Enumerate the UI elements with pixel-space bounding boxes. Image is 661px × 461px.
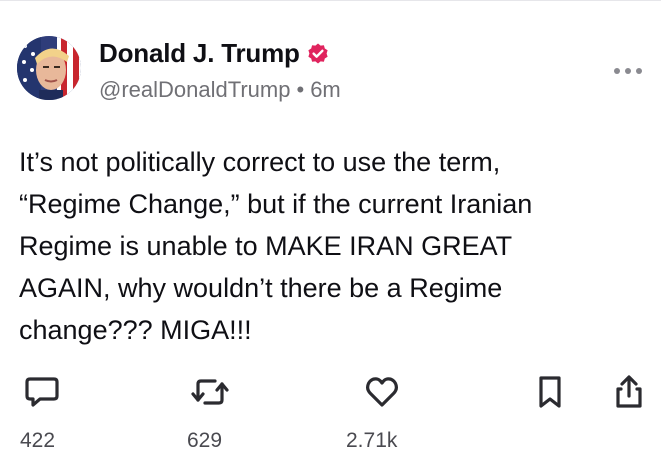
- heart-icon: [366, 377, 398, 407]
- repost-icon: [191, 379, 229, 405]
- comment-icon: [25, 377, 59, 407]
- post-actions: 422 629 2.71k: [0, 374, 661, 452]
- reply-button[interactable]: [24, 374, 60, 410]
- bookmark-button[interactable]: [535, 374, 565, 410]
- author-display-name[interactable]: Donald J. Trump: [99, 38, 300, 69]
- meta-separator: •: [296, 77, 305, 102]
- repost-button[interactable]: [190, 374, 230, 410]
- avatar[interactable]: [17, 36, 81, 100]
- ellipsis-icon: [614, 68, 642, 74]
- verified-badge-icon: [306, 42, 330, 66]
- author-handle[interactable]: @realDonaldTrump: [99, 77, 290, 102]
- share-icon: [616, 375, 642, 408]
- bookmark-icon: [539, 376, 561, 408]
- repost-count: 629: [187, 429, 223, 452]
- top-divider: [0, 0, 661, 1]
- post-timestamp[interactable]: 6m: [310, 77, 341, 102]
- like-count: 2.71k: [346, 429, 398, 452]
- avatar-image: [17, 36, 81, 100]
- reply-count: 422: [20, 429, 56, 452]
- like-button[interactable]: [364, 374, 400, 410]
- post-body: It’s not politically correct to use the …: [19, 147, 533, 345]
- author-meta: @realDonaldTrump • 6m: [99, 77, 341, 103]
- share-button[interactable]: [612, 374, 646, 410]
- more-options-button[interactable]: [610, 62, 646, 80]
- author-row: Donald J. Trump: [99, 38, 330, 69]
